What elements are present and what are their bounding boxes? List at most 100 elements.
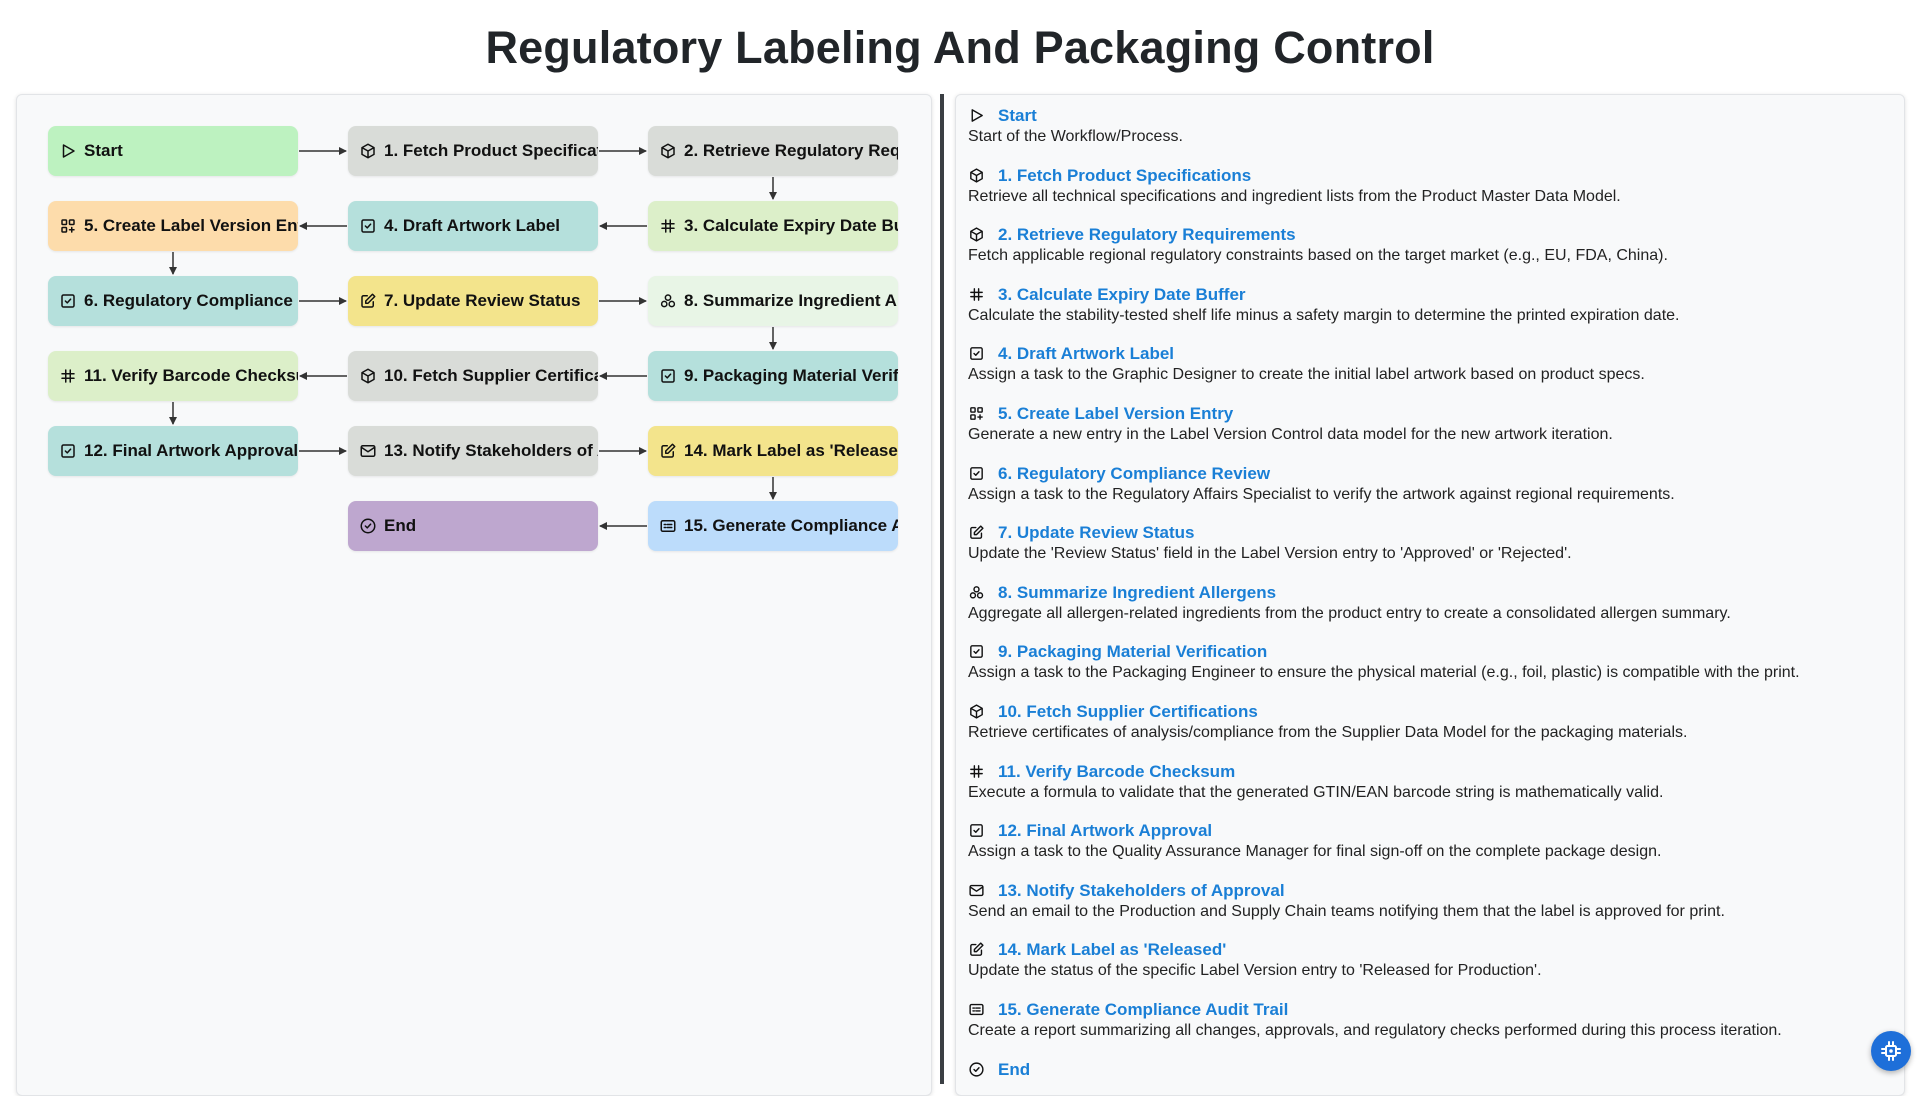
flow-node-label: 2. Retrieve Regulatory Requirements — [684, 141, 898, 160]
assistant-button[interactable] — [1871, 1031, 1911, 1071]
detail-header: 11. Verify Barcode Checksum — [968, 761, 1888, 783]
detail-title-link[interactable]: 14. Mark Label as 'Released' — [998, 940, 1226, 960]
play-icon — [968, 107, 986, 125]
flow-node-end[interactable]: End — [348, 501, 598, 551]
grid-plus-icon — [968, 405, 986, 423]
checkbox-icon — [359, 217, 377, 235]
flow-node-n10[interactable]: 10. Fetch Supplier Certifications — [348, 351, 598, 401]
detail-header: 9. Packaging Material Verification — [968, 641, 1888, 663]
detail-title-link[interactable]: 6. Regulatory Compliance Review — [998, 464, 1270, 484]
flow-node-n3[interactable]: 3. Calculate Expiry Date Buffer — [648, 201, 898, 251]
flow-node-n1[interactable]: 1. Fetch Product Specifications — [348, 126, 598, 176]
mail-icon — [359, 442, 377, 460]
edit-icon — [968, 941, 986, 959]
edit-icon — [968, 524, 986, 542]
report-icon — [659, 517, 677, 535]
detail-item: 13. Notify Stakeholders of Approval Send … — [968, 880, 1888, 922]
checkbox-icon — [659, 367, 677, 385]
flow-node-n5[interactable]: 5. Create Label Version Entry — [48, 201, 298, 251]
flow-node-n8[interactable]: 8. Summarize Ingredient Allergens — [648, 276, 898, 326]
detail-item: 7. Update Review Status Update the 'Revie… — [968, 522, 1888, 564]
detail-header: 10. Fetch Supplier Certifications — [968, 701, 1888, 723]
detail-title-link[interactable]: 1. Fetch Product Specifications — [998, 166, 1251, 186]
flow-node-n14[interactable]: 14. Mark Label as 'Released' — [648, 426, 898, 476]
flow-node-n6[interactable]: 6. Regulatory Compliance Review — [48, 276, 298, 326]
flow-node-n15[interactable]: 15. Generate Compliance Audit Trail — [648, 501, 898, 551]
flow-node-start[interactable]: Start — [48, 126, 298, 176]
hash-icon — [59, 367, 77, 385]
detail-title-link[interactable]: Start — [998, 106, 1037, 126]
flow-node-label: 4. Draft Artwork Label — [384, 216, 561, 235]
mail-icon — [968, 882, 986, 900]
detail-header: 15. Generate Compliance Audit Trail — [968, 999, 1888, 1021]
detail-description: Send an email to the Production and Supp… — [968, 902, 1725, 920]
detail-item: Start Start of the Workflow/Process. — [968, 105, 1888, 147]
chip-icon — [1879, 1039, 1903, 1063]
cube-icon — [968, 703, 986, 721]
flow-node-label: 9. Packaging Material Verification — [684, 366, 898, 385]
detail-description: Assign a task to the Graphic Designer to… — [968, 366, 1645, 384]
flow-node-label: 10. Fetch Supplier Certifications — [384, 366, 598, 385]
panel-divider[interactable] — [940, 94, 944, 1084]
detail-title-link[interactable]: 13. Notify Stakeholders of Approval — [998, 881, 1285, 901]
report-icon — [968, 1001, 986, 1019]
detail-title-link[interactable]: 15. Generate Compliance Audit Trail — [998, 1000, 1288, 1020]
checkbox-icon — [968, 465, 986, 483]
flow-node-label: 8. Summarize Ingredient Allergens — [684, 291, 898, 310]
flow-node-n9[interactable]: 9. Packaging Material Verification — [648, 351, 898, 401]
detail-item: 15. Generate Compliance Audit Trail Creat… — [968, 999, 1888, 1041]
detail-title-link[interactable]: 7. Update Review Status — [998, 523, 1195, 543]
detail-item: 10. Fetch Supplier Certifications Retriev… — [968, 701, 1888, 743]
detail-item: 2. Retrieve Regulatory Requirements Fetch… — [968, 224, 1888, 266]
hash-icon — [968, 763, 986, 781]
play-icon — [59, 142, 77, 160]
detail-title-link[interactable]: 9. Packaging Material Verification — [998, 642, 1267, 662]
flow-node-label: Start — [84, 141, 123, 160]
flow-node-label: 14. Mark Label as 'Released' — [684, 441, 898, 460]
flow-node-label: 5. Create Label Version Entry — [84, 216, 298, 235]
detail-item: 9. Packaging Material Verification Assign… — [968, 641, 1888, 683]
detail-title-link[interactable]: 11. Verify Barcode Checksum — [998, 762, 1235, 782]
detail-header: 7. Update Review Status — [968, 522, 1888, 544]
detail-header: 4. Draft Artwork Label — [968, 343, 1888, 365]
detail-title-link[interactable]: 12. Final Artwork Approval — [998, 821, 1212, 841]
flow-node-n12[interactable]: 12. Final Artwork Approval — [48, 426, 298, 476]
detail-header: 5. Create Label Version Entry — [968, 403, 1888, 425]
flow-node-label: 11. Verify Barcode Checksum — [84, 366, 298, 385]
checkbox-icon — [968, 345, 986, 363]
edit-icon — [359, 292, 377, 310]
cube-icon — [968, 226, 986, 244]
detail-item: 11. Verify Barcode Checksum Execute a for… — [968, 761, 1888, 803]
flow-node-n13[interactable]: 13. Notify Stakeholders of Approval — [348, 426, 598, 476]
detail-title-link[interactable]: 2. Retrieve Regulatory Requirements — [998, 225, 1296, 245]
check-circle-icon — [359, 517, 377, 535]
checkbox-icon — [968, 643, 986, 661]
flow-node-label: 12. Final Artwork Approval — [84, 441, 298, 460]
detail-header: 12. Final Artwork Approval — [968, 820, 1888, 842]
detail-title-link[interactable]: End — [998, 1060, 1030, 1080]
flow-node-label: 13. Notify Stakeholders of Approval — [384, 441, 598, 460]
detail-title-link[interactable]: 4. Draft Artwork Label — [998, 344, 1174, 364]
flowchart-panel: Start 1. Fetch Product Specifications 2. R… — [16, 94, 932, 1096]
detail-item: 5. Create Label Version Entry Generate a … — [968, 403, 1888, 445]
detail-description: Assign a task to the Regulatory Affairs … — [968, 485, 1675, 503]
hash-icon — [968, 286, 986, 304]
flow-node-n2[interactable]: 2. Retrieve Regulatory Requirements — [648, 126, 898, 176]
detail-header: 14. Mark Label as 'Released' — [968, 939, 1888, 961]
detail-description: Retrieve all technical specifications an… — [968, 187, 1621, 205]
flow-node-n7[interactable]: 7. Update Review Status — [348, 276, 598, 326]
detail-header: 8. Summarize Ingredient Allergens — [968, 582, 1888, 604]
detail-title-link[interactable]: 10. Fetch Supplier Certifications — [998, 702, 1258, 722]
flow-node-n11[interactable]: 11. Verify Barcode Checksum — [48, 351, 298, 401]
flow-node-label: 7. Update Review Status — [384, 291, 581, 310]
detail-title-link[interactable]: 8. Summarize Ingredient Allergens — [998, 583, 1276, 603]
detail-title-link[interactable]: 5. Create Label Version Entry — [998, 404, 1233, 424]
detail-description: Assign a task to the Quality Assurance M… — [968, 843, 1662, 861]
detail-header: 13. Notify Stakeholders of Approval — [968, 880, 1888, 902]
detail-description: Generate a new entry in the Label Versio… — [968, 426, 1613, 443]
edit-icon — [659, 442, 677, 460]
flow-node-n4[interactable]: 4. Draft Artwork Label — [348, 201, 598, 251]
circles-icon — [659, 292, 677, 310]
detail-title-link[interactable]: 3. Calculate Expiry Date Buffer — [998, 285, 1246, 305]
detail-description: Execute a formula to validate that the g… — [968, 783, 1664, 801]
